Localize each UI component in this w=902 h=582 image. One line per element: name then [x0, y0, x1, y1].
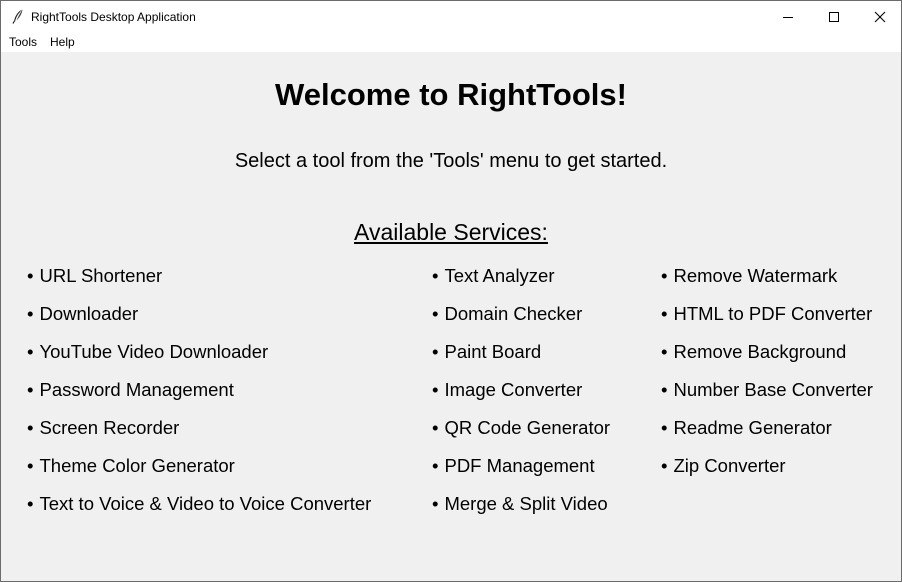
service-label: Text to Voice & Video to Voice Converter — [39, 493, 372, 514]
service-item: • PDF Management — [432, 455, 610, 493]
close-icon — [874, 11, 886, 22]
service-item: • Image Converter — [432, 379, 610, 417]
main-content: Welcome to RightTools! Select a tool fro… — [1, 52, 901, 581]
bullet: • — [432, 341, 439, 362]
service-label: Theme Color Generator — [39, 455, 235, 476]
bullet: • — [432, 455, 439, 476]
bullet: • — [661, 303, 668, 324]
app-window: RightTools Desktop Application Tools Hel… — [0, 0, 902, 582]
service-label: Paint Board — [444, 341, 542, 362]
service-label: QR Code Generator — [444, 417, 611, 438]
service-label: Zip Converter — [673, 455, 786, 476]
service-label: Readme Generator — [673, 417, 832, 438]
bullet: • — [432, 417, 439, 438]
services-column-2: • Text Analyzer • Domain Checker • Paint Bo… — [432, 265, 610, 531]
service-label: YouTube Video Downloader — [39, 341, 269, 362]
bullet: • — [27, 379, 34, 400]
service-label: Remove Watermark — [673, 265, 838, 286]
service-item: • YouTube Video Downloader — [27, 341, 371, 379]
service-label: Text Analyzer — [444, 265, 555, 286]
service-item: • Password Management — [27, 379, 371, 417]
service-item: • Text Analyzer — [432, 265, 610, 303]
bullet: • — [661, 379, 668, 400]
service-label: PDF Management — [444, 455, 595, 476]
minimize-button[interactable] — [765, 1, 811, 32]
service-item: • Domain Checker — [432, 303, 610, 341]
bullet: • — [661, 455, 668, 476]
menu-help[interactable]: Help — [50, 35, 75, 49]
service-label: Downloader — [39, 303, 139, 324]
welcome-heading: Welcome to RightTools! — [275, 77, 627, 112]
bullet: • — [27, 303, 34, 324]
bullet: • — [27, 341, 34, 362]
close-button[interactable] — [857, 1, 901, 32]
service-label: Domain Checker — [444, 303, 583, 324]
service-label: Image Converter — [444, 379, 583, 400]
maximize-button[interactable] — [811, 1, 857, 32]
minimize-icon — [783, 16, 793, 18]
service-item: • Paint Board — [432, 341, 610, 379]
window-title: RightTools Desktop Application — [31, 10, 196, 24]
bullet: • — [432, 493, 439, 514]
service-label: Password Management — [39, 379, 234, 400]
bullet: • — [27, 455, 34, 476]
bullet: • — [27, 417, 34, 438]
menu-tools[interactable]: Tools — [9, 35, 37, 49]
service-item: • Downloader — [27, 303, 371, 341]
services-column-3: • Remove Watermark • HTML to PDF Converter… — [661, 265, 873, 493]
service-item: • Screen Recorder — [27, 417, 371, 455]
service-item: • URL Shortener — [27, 265, 371, 303]
maximize-icon — [829, 11, 839, 22]
service-item: • Theme Color Generator — [27, 455, 371, 493]
instructions-text: Select a tool from the 'Tools' menu to g… — [234, 150, 668, 172]
bullet: • — [432, 265, 439, 286]
service-label: HTML to PDF Converter — [673, 303, 873, 324]
bullet: • — [27, 265, 34, 286]
bullet: • — [432, 303, 439, 324]
service-label: Remove Background — [673, 341, 847, 362]
service-item: • Zip Converter — [661, 455, 873, 493]
bullet: • — [661, 417, 668, 438]
bullet: • — [661, 265, 668, 286]
feather-icon — [10, 8, 26, 24]
service-item: • Merge & Split Video — [432, 493, 610, 531]
service-item: • Readme Generator — [661, 417, 873, 455]
service-label: Number Base Converter — [673, 379, 873, 400]
service-item: • QR Code Generator — [432, 417, 610, 455]
service-label: Screen Recorder — [39, 417, 180, 438]
services-heading: Available Services: — [354, 219, 548, 245]
service-label: URL Shortener — [39, 265, 163, 286]
service-item: • Remove Background — [661, 341, 873, 379]
title-bar[interactable]: RightTools Desktop Application — [1, 1, 901, 32]
service-label: Merge & Split Video — [444, 493, 608, 514]
service-item: • Remove Watermark — [661, 265, 873, 303]
services-column-1: • URL Shortener • Downloader • YouTube Vide… — [27, 265, 371, 531]
bullet: • — [661, 341, 668, 362]
menu-bar: Tools Help — [1, 32, 901, 52]
service-item: • HTML to PDF Converter — [661, 303, 873, 341]
bullet: • — [432, 379, 439, 400]
service-item: • Number Base Converter — [661, 379, 873, 417]
bullet: • — [27, 493, 34, 514]
service-item: • Text to Voice & Video to Voice Converte… — [27, 493, 371, 531]
